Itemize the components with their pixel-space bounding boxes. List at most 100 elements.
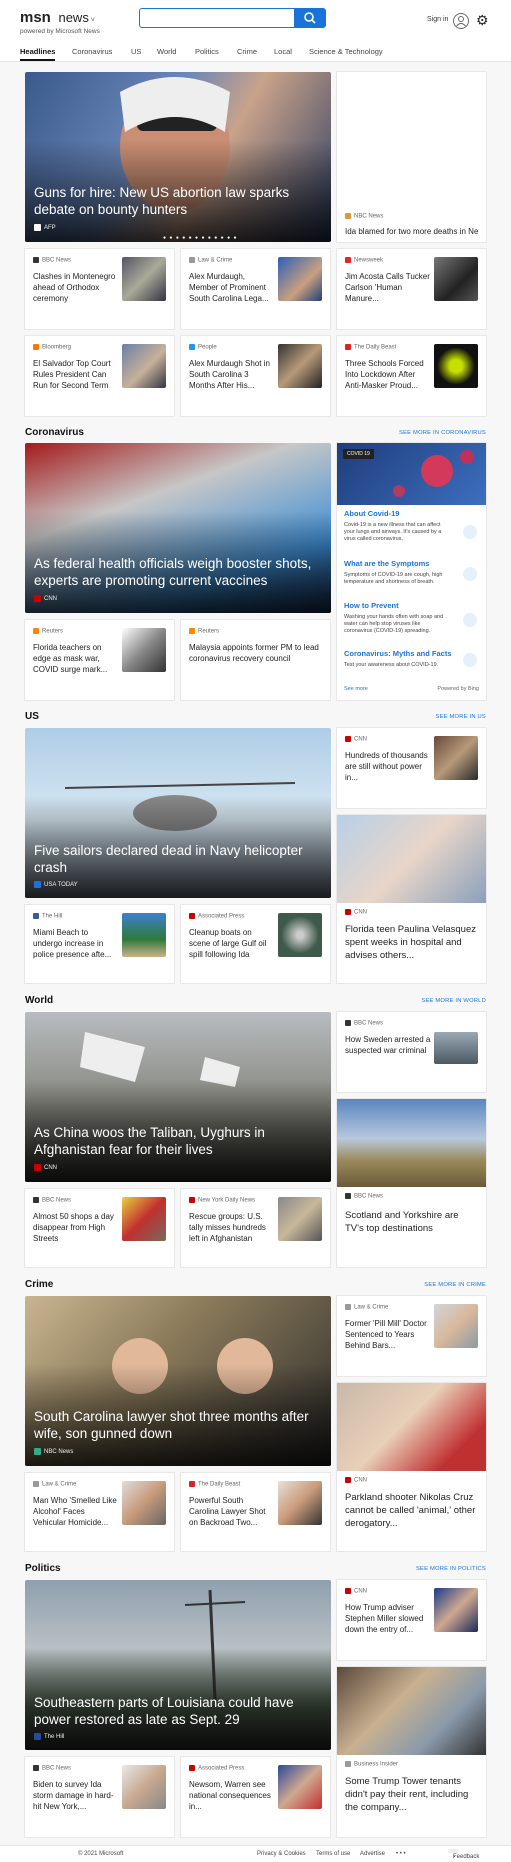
- carousel-dots[interactable]: ● ● ● ● ● ● ● ● ● ● ● ●: [163, 235, 238, 241]
- tab-headlines[interactable]: Headlines: [20, 47, 56, 61]
- covid-item-symptoms[interactable]: What are the Symptoms Symptoms of COVID-…: [344, 559, 448, 586]
- card-title: Biden to survey Ida storm damage in hard…: [33, 1780, 114, 1811]
- card-title: Clashes in Montenegro ahead of Orthodox …: [33, 272, 116, 303]
- gear-icon[interactable]: ⚙: [476, 12, 489, 29]
- card-title: Alex Murdaugh Shot in South Carolina 3 M…: [189, 359, 270, 390]
- news-card[interactable]: CNN How Trump adviser Stephen Miller slo…: [337, 1580, 486, 1660]
- news-card-large[interactable]: CNN Parkland shooter Nikolas Cruz cannot…: [337, 1383, 486, 1551]
- card-title: Florida teen Paulina Velasquez spent wee…: [345, 924, 476, 961]
- card-source: Law & Crime: [189, 257, 232, 264]
- footer-link-terms[interactable]: Terms of use: [316, 1851, 350, 1857]
- us-hero-card[interactable]: Five sailors declared dead in Navy helic…: [25, 728, 331, 898]
- see-more-world-link[interactable]: SEE MORE IN WORLD: [421, 998, 486, 1004]
- card-title: Newsom, Warren see national consequences…: [189, 1780, 271, 1811]
- handwash-icon: [463, 613, 477, 627]
- card-image: [337, 1099, 486, 1187]
- tab-crime[interactable]: Crime: [237, 47, 257, 56]
- see-more-politics-link[interactable]: SEE MORE IN POLITICS: [416, 1566, 486, 1572]
- tab-world[interactable]: World: [157, 47, 176, 56]
- news-card[interactable]: Associated Press Newsom, Warren see nati…: [181, 1757, 330, 1837]
- see-more-coronavirus-link[interactable]: SEE MORE IN CORONAVIRUS: [399, 430, 486, 436]
- news-card[interactable]: The Hill Miami Beach to undergo increase…: [25, 905, 174, 983]
- feedback-button[interactable]: ▪ Feedback: [448, 1849, 479, 1860]
- news-card[interactable]: Reuters Malaysia appoints former PM to l…: [181, 620, 330, 700]
- tab-coronavirus[interactable]: Coronavirus: [72, 47, 112, 56]
- sign-in-link[interactable]: Sign in: [427, 16, 448, 23]
- card-source: New York Daily News: [189, 1197, 255, 1204]
- news-card[interactable]: CNN Hundreds of thousands are still with…: [337, 728, 486, 808]
- headline-hero-card[interactable]: Guns for hire: New US abortion law spark…: [25, 72, 331, 242]
- news-card[interactable]: Reuters Florida teachers on edge as mask…: [25, 620, 174, 700]
- search-input[interactable]: [139, 8, 295, 28]
- news-card[interactable]: Newsweek Jim Acosta Calls Tucker Carlson…: [337, 249, 486, 329]
- card-thumbnail: [278, 257, 322, 301]
- card-title: Ida blamed for two more deaths in New...: [345, 227, 478, 236]
- side-news-card[interactable]: NBC News Ida blamed for two more deaths …: [337, 72, 486, 242]
- search-button[interactable]: [294, 8, 326, 28]
- news-card[interactable]: Law & Crime Former 'Pill Mill' Doctor Se…: [337, 1296, 486, 1376]
- more-icon[interactable]: • • •: [396, 1851, 406, 1857]
- news-card-large[interactable]: Business Insider Some Trump Tower tenant…: [337, 1667, 486, 1837]
- chevron-down-icon: ˅: [88, 17, 95, 24]
- section-title-world: World: [25, 995, 54, 1006]
- logo-news: news: [58, 10, 89, 25]
- covid-item-myths[interactable]: Coronavirus: Myths and Facts Test your a…: [344, 649, 452, 669]
- card-thumbnail: [434, 344, 478, 388]
- card-source: BBC News: [33, 257, 71, 264]
- covid-item-prevent[interactable]: How to Prevent Washing your hands often …: [344, 601, 448, 635]
- card-thumbnail: [278, 1197, 322, 1241]
- card-thumbnail: [122, 913, 166, 957]
- card-source: CNN: [345, 1588, 367, 1595]
- politics-hero-card[interactable]: Southeastern parts of Louisiana could ha…: [25, 1580, 331, 1750]
- news-card[interactable]: BBC News Clashes in Montenegro ahead of …: [25, 249, 174, 329]
- see-more-us-link[interactable]: SEE MORE IN US: [436, 714, 486, 720]
- card-thumbnail: [122, 257, 166, 301]
- tab-us[interactable]: US: [131, 47, 141, 56]
- news-card[interactable]: People Alex Murdaugh Shot in South Carol…: [181, 336, 330, 416]
- card-source: BBC News: [345, 1193, 383, 1200]
- card-thumbnail: [434, 257, 478, 301]
- section-title-us: US: [25, 711, 39, 722]
- covid-item-about[interactable]: About Covid-19 Covid-19 is a new illness…: [344, 509, 448, 543]
- news-card[interactable]: Bloomberg El Salvador Top Court Rules Pr…: [25, 336, 174, 416]
- card-source: CNN: [345, 1477, 367, 1484]
- card-title: Powerful South Carolina Lawyer Shot on B…: [189, 1496, 266, 1527]
- news-card[interactable]: BBC News Almost 50 shops a day disappear…: [25, 1189, 174, 1267]
- card-title: Former 'Pill Mill' Doctor Sentenced to Y…: [345, 1319, 427, 1350]
- news-card[interactable]: New York Daily News Rescue groups: U.S. …: [181, 1189, 330, 1267]
- footer-link-advertise[interactable]: Advertise: [360, 1851, 385, 1857]
- world-hero-card[interactable]: As China woos the Taliban, Uyghurs in Af…: [25, 1012, 331, 1182]
- news-card[interactable]: Law & Crime Man Who 'Smelled Like Alcoho…: [25, 1473, 174, 1551]
- covid-info-widget: COVID 19 About Covid-19 Covid-19 is a ne…: [337, 443, 486, 700]
- hero-title: As federal health officials weigh booste…: [34, 556, 312, 588]
- coronavirus-hero-card[interactable]: As federal health officials weigh booste…: [25, 443, 331, 613]
- tab-local[interactable]: Local: [274, 47, 292, 56]
- card-image: [337, 1383, 486, 1471]
- avatar-icon[interactable]: [453, 13, 469, 29]
- news-card-large[interactable]: BBC News Scotland and Yorkshire are TV's…: [337, 1099, 486, 1267]
- see-more-crime-link[interactable]: SEE MORE IN CRIME: [424, 1282, 486, 1288]
- hero-source: CNN: [34, 595, 57, 602]
- card-thumbnail: [278, 913, 322, 957]
- news-card[interactable]: The Daily Beast Three Schools Forced Int…: [337, 336, 486, 416]
- news-card-large[interactable]: CNN Florida teen Paulina Velasquez spent…: [337, 815, 486, 983]
- news-card[interactable]: BBC News How Sweden arrested a suspected…: [337, 1012, 486, 1092]
- crime-hero-card[interactable]: South Carolina lawyer shot three months …: [25, 1296, 331, 1466]
- tab-politics[interactable]: Politics: [195, 47, 219, 56]
- news-card[interactable]: Associated Press Cleanup boats on scene …: [181, 905, 330, 983]
- tab-science-technology[interactable]: Science & Technology: [309, 47, 383, 56]
- card-source: Business Insider: [345, 1761, 398, 1768]
- myths-icon: [463, 653, 477, 667]
- section-title-politics: Politics: [25, 1563, 61, 1574]
- news-card[interactable]: Law & Crime Alex Murdaugh, Member of Pro…: [181, 249, 330, 329]
- card-title: Some Trump Tower tenants didn't pay thei…: [345, 1776, 469, 1813]
- msn-logo[interactable]: msn news ˅ powered by Microsoft News: [20, 9, 100, 35]
- card-thumbnail: [122, 1481, 166, 1525]
- card-title: Three Schools Forced Into Lockdown After…: [345, 359, 424, 390]
- news-card[interactable]: The Daily Beast Powerful South Carolina …: [181, 1473, 330, 1551]
- covid-see-more-link[interactable]: See more: [344, 686, 368, 692]
- card-title: How Trump adviser Stephen Miller slowed …: [345, 1603, 424, 1634]
- card-source: Reuters: [33, 628, 63, 635]
- news-card[interactable]: BBC News Biden to survey Ida storm damag…: [25, 1757, 174, 1837]
- footer-link-privacy[interactable]: Privacy & Cookies: [257, 1851, 306, 1857]
